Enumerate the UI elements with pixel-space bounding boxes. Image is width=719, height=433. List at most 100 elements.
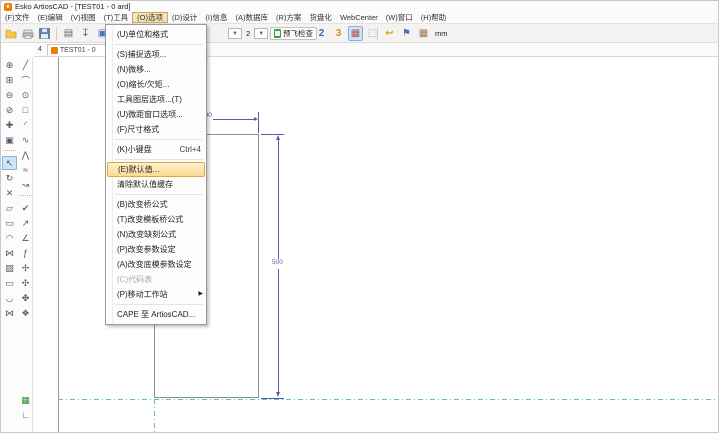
route-tool-icon[interactable]: ∟ — [18, 408, 33, 422]
menu-item-dimension-format[interactable]: (F)尺寸格式 — [106, 122, 206, 137]
height-extension-bottom — [261, 398, 284, 399]
submenu-arrow-icon: ▶ — [198, 287, 203, 302]
baseline-vertical — [154, 399, 155, 433]
menu-window[interactable]: (W)窗口 — [382, 12, 417, 23]
menu-item-change-parameter-set[interactable]: (P)改变参数设定 — [106, 242, 206, 257]
menu-edit[interactable]: (E)编辑 — [34, 12, 67, 23]
palette-separator — [19, 195, 32, 199]
menu-item-mobile-workstation[interactable]: (P)移动工作站 ▶ — [106, 287, 206, 302]
scale-to-fit-icon[interactable]: ▣ — [2, 133, 17, 147]
blend-tool-icon[interactable]: ❖ — [18, 306, 33, 320]
menu-separator — [115, 194, 203, 195]
zoom-previous-icon[interactable]: ⊘ — [2, 103, 17, 117]
width-dimension-line — [213, 119, 255, 120]
height-dimension-line-bottom — [278, 269, 279, 395]
menu-design[interactable]: (D)设计 — [168, 12, 201, 23]
menu-item-change-counter-parameter-set[interactable]: (A)改变底模参数设定 — [106, 257, 206, 272]
layer-2-icon[interactable]: 2 — [314, 26, 329, 41]
circle-tool-icon[interactable]: ⊙ — [18, 88, 33, 102]
grid-snap-icon[interactable]: ▦ — [348, 26, 363, 41]
menu-item-clear-defaults-cache[interactable]: 清除默认值缓存 — [106, 177, 206, 192]
width-extension-line — [258, 112, 259, 133]
menu-palletization[interactable]: 货盘化 — [305, 12, 336, 23]
units-label: mm — [433, 29, 448, 38]
flag-icon[interactable]: ⚑ — [399, 26, 414, 41]
tool-palette: ⊕ ⊞ ⊖ ⊘ ✚ ▣ ↖ ↻ ✕ ▱ ▭ ◠ ⋈ ▨ ▭ ◡ ⋈ ╱ — [1, 57, 33, 433]
preflight-button[interactable]: 预飞检查 — [270, 27, 317, 40]
move-rotate-icon[interactable]: ↻ — [2, 171, 17, 185]
menu-help[interactable]: (H)帮助 — [417, 12, 450, 23]
board-icon[interactable]: ▦ — [416, 26, 431, 41]
counter-tool-icon[interactable]: ▦ — [18, 393, 33, 407]
line-tool-icon[interactable]: ╱ — [18, 58, 33, 72]
zoom-window-icon[interactable]: ⊞ — [2, 73, 17, 87]
menu-view[interactable]: (V)视图 — [67, 12, 100, 23]
save-icon[interactable] — [37, 26, 52, 41]
preflight-label: 预飞检查 — [283, 28, 313, 39]
arc-tool-icon[interactable]: ⌒ — [18, 73, 33, 87]
menu-item-change-tack-bridging-formula[interactable]: (T)改变模板桥公式 — [106, 212, 206, 227]
menu-item-units-and-formats[interactable]: (U)单位和格式 — [106, 27, 206, 42]
nick-tool-icon[interactable]: ✔ — [18, 201, 33, 215]
menu-database[interactable]: (A)数据库 — [232, 12, 273, 23]
menu-item-change-nick-formula[interactable]: (N)改变缺刻公式 — [106, 227, 206, 242]
tab-test01[interactable]: TEST01 - 0 — [47, 44, 109, 56]
undo-icon[interactable]: ↩ — [382, 26, 397, 41]
pan-icon[interactable]: ✚ — [2, 118, 17, 132]
menu-item-defaults[interactable]: (E)默认值... — [107, 162, 205, 177]
rectangle-tool-icon[interactable]: □ — [18, 103, 33, 117]
mirror-icon[interactable]: ⋈ — [2, 246, 17, 260]
point-tool-3-icon[interactable]: ✤ — [18, 291, 33, 305]
menu-tools[interactable]: (T)工具 — [100, 12, 133, 23]
delete-icon[interactable]: ✕ — [2, 186, 17, 200]
menu-file[interactable]: (F)文件 — [1, 12, 34, 23]
copy-arc-icon[interactable]: ◠ — [2, 231, 17, 245]
scale-combo[interactable]: ▼ — [254, 28, 268, 39]
mirror-copy-icon[interactable]: ⋈ — [2, 306, 17, 320]
copy-rect-icon[interactable]: ▭ — [2, 216, 17, 230]
dimension-arrow-up — [276, 135, 280, 140]
menu-item-nudge[interactable]: (N)微移... — [106, 62, 206, 77]
menu-item-tool-layer-options[interactable]: 工具图层选项...(T) — [106, 92, 206, 107]
fill-icon[interactable]: ▨ — [2, 261, 17, 275]
select-icon[interactable]: ↖ — [2, 156, 17, 170]
copy-icon[interactable]: ▱ — [2, 201, 17, 215]
toolbar-separator — [56, 27, 57, 40]
palette-separator — [3, 150, 16, 154]
arc-radius-icon[interactable]: ◜ — [18, 118, 33, 132]
menu-options[interactable]: (O)选项 — [132, 12, 168, 23]
open-icon[interactable] — [3, 26, 18, 41]
zoom-out-icon[interactable]: ⊖ — [2, 88, 17, 102]
menu-project[interactable]: (R)方案 — [272, 12, 305, 23]
rotate-arc-icon[interactable]: ◡ — [2, 291, 17, 305]
curve-tool-icon[interactable]: ∿ — [18, 133, 33, 147]
move-point-icon[interactable]: ↗ — [18, 216, 33, 230]
point-tool-2-icon[interactable]: ✣ — [18, 276, 33, 290]
angle-tool-icon[interactable]: ∠ — [18, 231, 33, 245]
menu-info[interactable]: (I)信息 — [201, 12, 231, 23]
menu-separator — [115, 139, 203, 140]
menu-separator — [115, 44, 203, 45]
wave-tool-icon[interactable]: ≈ — [18, 163, 33, 177]
height-extension-top — [261, 134, 284, 135]
zoom-in-icon[interactable]: ⊕ — [2, 58, 17, 72]
curve-edit-icon[interactable]: ƒ — [18, 246, 33, 260]
menu-item-snap-options[interactable]: (S)捕捉选项... — [106, 47, 206, 62]
plot-output-icon[interactable]: ▤ — [61, 26, 76, 41]
point-tool-1-icon[interactable]: ✢ — [18, 261, 33, 275]
menu-item-coder: (C)代码表 — [106, 272, 206, 287]
tab-overflow-count[interactable]: 4 — [36, 43, 44, 56]
menu-item-overrun-underrun[interactable]: (O)缩长/欠矩... — [106, 77, 206, 92]
menu-item-view-window-options[interactable]: (U)微距窗口选项... — [106, 107, 206, 122]
zigzag-tool-icon[interactable]: ⋀ — [18, 148, 33, 162]
menu-item-change-bridging-formula[interactable]: (B)改变桥公式 — [106, 197, 206, 212]
menu-webcenter[interactable]: WebCenter — [336, 12, 382, 23]
menu-item-keypad[interactable]: (K)小键盘 Ctrl+4 — [106, 142, 206, 157]
print-icon[interactable] — [20, 26, 35, 41]
layer-3-icon[interactable]: 3 — [331, 26, 346, 41]
menu-item-cape-to-artioscad[interactable]: CAPE 至 ArtiosCAD... — [106, 307, 206, 322]
style-combo[interactable]: ▼ — [228, 28, 242, 39]
polyline-tool-icon[interactable]: ↝ — [18, 178, 33, 192]
import-file-icon[interactable]: ↧ — [78, 26, 93, 41]
move-copy-icon[interactable]: ▭ — [2, 276, 17, 290]
